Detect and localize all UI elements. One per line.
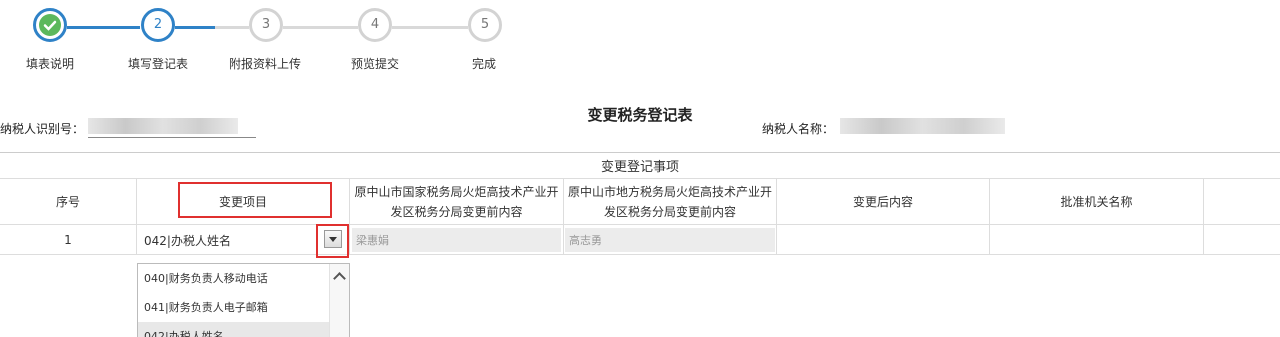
column-header-authority: 批准机关名称	[990, 179, 1204, 225]
step-2-label: 填写登记表	[127, 57, 188, 71]
column-header-extra	[1204, 179, 1280, 225]
row-extra-cell	[1204, 225, 1280, 255]
highlight-change-item-header	[178, 182, 332, 218]
before-national-value: 梁惠娟	[352, 228, 561, 252]
step-1-circle[interactable]	[33, 8, 67, 42]
step-4-circle[interactable]: 4	[358, 8, 392, 42]
before-local-value: 高志勇	[565, 228, 775, 252]
row-after-cell[interactable]	[777, 225, 990, 255]
step-2-circle[interactable]: 2	[141, 8, 175, 42]
dropdown-scrollbar[interactable]	[329, 264, 349, 337]
step-connector	[392, 26, 468, 29]
step-connector	[175, 26, 215, 29]
step-connector	[283, 26, 358, 29]
row-authority-cell[interactable]	[990, 225, 1204, 255]
scroll-up-icon[interactable]	[333, 272, 346, 285]
column-header-before-local: 原中山市地方税务局火炬高技术产业开发区税务分局变更前内容	[564, 179, 777, 225]
dropdown-option[interactable]: 040|财务负责人移动电话	[138, 264, 349, 293]
progress-stepper: 2 3 4 5 填表说明 填写登记表 附报资料上传 预览提交 完成	[0, 0, 560, 100]
column-header-index: 序号	[0, 179, 137, 225]
step-3-circle[interactable]: 3	[249, 8, 283, 42]
step-5-label: 完成	[471, 57, 496, 71]
step-connector	[67, 26, 140, 29]
step-5-circle[interactable]: 5	[468, 8, 502, 42]
row-index: 1	[0, 225, 137, 255]
step-4-label: 预览提交	[350, 57, 399, 71]
column-header-after: 变更后内容	[777, 179, 990, 225]
dropdown-option-selected[interactable]: 042|办税人姓名	[138, 322, 349, 337]
column-header-before-national: 原中山市国家税务局火炬高技术产业开发区税务分局变更前内容	[350, 179, 564, 225]
dropdown-option[interactable]: 041|财务负责人电子邮箱	[138, 293, 349, 322]
step-3-label: 附报资料上传	[229, 57, 302, 71]
section-title: 变更登记事项	[0, 153, 1280, 179]
step-connector	[215, 26, 249, 29]
check-icon	[39, 14, 61, 36]
taxpayer-name-value-masked	[840, 118, 1005, 134]
change-item-dropdown-list[interactable]: 040|财务负责人移动电话 041|财务负责人电子邮箱 042|办税人姓名	[137, 263, 350, 337]
taxpayer-name-label: 纳税人名称：	[762, 122, 835, 136]
taxpayer-id-value-masked	[88, 118, 238, 134]
step-1-label: 填表说明	[25, 57, 74, 71]
taxpayer-id-label: 纳税人识别号：	[0, 122, 85, 136]
taxpayer-id-underline	[88, 137, 256, 138]
highlight-dropdown-arrow	[316, 224, 349, 258]
